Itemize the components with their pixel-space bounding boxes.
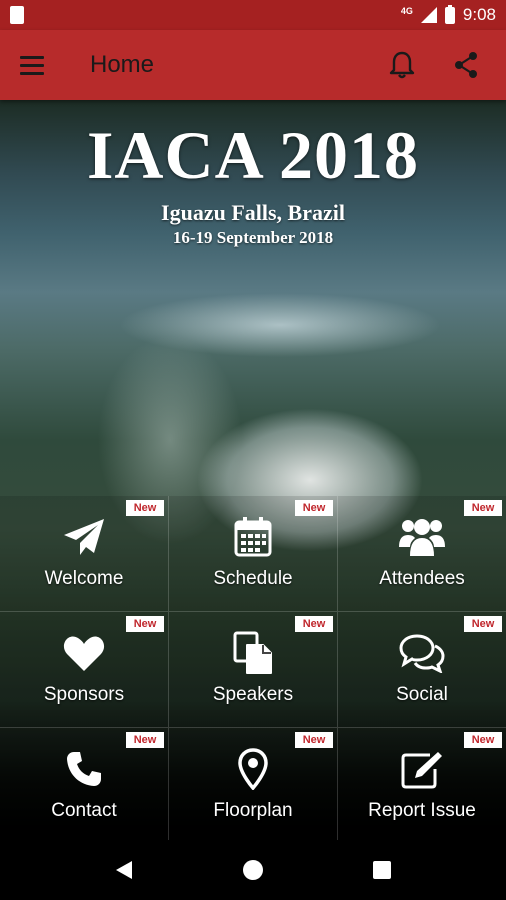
paper-plane-icon (0, 514, 168, 560)
menu-grid: New Welcome New Schedule New Attendees N… (0, 496, 506, 840)
tile-social[interactable]: New Social (338, 612, 506, 728)
menu-icon[interactable] (20, 50, 50, 80)
tile-label: Welcome (44, 568, 124, 589)
map-marker-icon (169, 746, 337, 792)
signal-icon (420, 7, 437, 23)
status-time: 9:08 (462, 5, 496, 24)
status-bar: 4G 9:08 (0, 0, 506, 30)
conference-location: Iguazu Falls, Brazil (161, 200, 345, 225)
tile-label: Speakers (212, 684, 294, 705)
conference-dates: 16-19 September 2018 (172, 228, 334, 247)
system-nav-bar (0, 840, 506, 900)
tile-attendees[interactable]: New Attendees (338, 496, 506, 612)
tile-floorplan[interactable]: New Floorplan (169, 728, 338, 840)
home-icon[interactable] (233, 850, 273, 890)
heart-icon (0, 630, 168, 676)
users-icon (338, 514, 506, 560)
page-title: Home (90, 51, 155, 78)
edit-icon (338, 746, 506, 792)
tile-sponsors[interactable]: New Sponsors (0, 612, 169, 728)
tile-contact[interactable]: New Contact (0, 728, 169, 840)
tile-label: Floorplan (213, 800, 293, 821)
tile-report-issue[interactable]: New Report Issue (338, 728, 506, 840)
tile-label: Attendees (379, 568, 465, 589)
phone-icon (0, 746, 168, 792)
tile-label: Sponsors (43, 684, 125, 705)
share-icon[interactable] (446, 45, 486, 85)
tile-label: Report Issue (368, 800, 476, 821)
sd-card-icon (10, 6, 24, 24)
tile-label: Social (396, 684, 448, 705)
documents-icon (169, 630, 337, 676)
tile-label: Contact (51, 800, 117, 821)
chat-bubbles-icon (338, 630, 506, 676)
tile-schedule[interactable]: New Schedule (169, 496, 338, 612)
tile-welcome[interactable]: New Welcome (0, 496, 169, 612)
battery-icon (444, 4, 455, 24)
back-icon[interactable] (104, 850, 144, 890)
tile-speakers[interactable]: New Speakers (169, 612, 338, 728)
bell-icon[interactable] (382, 45, 422, 85)
network-type: 4G (400, 6, 413, 16)
recents-icon[interactable] (362, 850, 402, 890)
conference-title: IACA 2018 (86, 117, 420, 193)
tile-label: Schedule (213, 568, 293, 589)
app-toolbar: Home (0, 30, 506, 100)
calendar-icon (169, 514, 337, 560)
